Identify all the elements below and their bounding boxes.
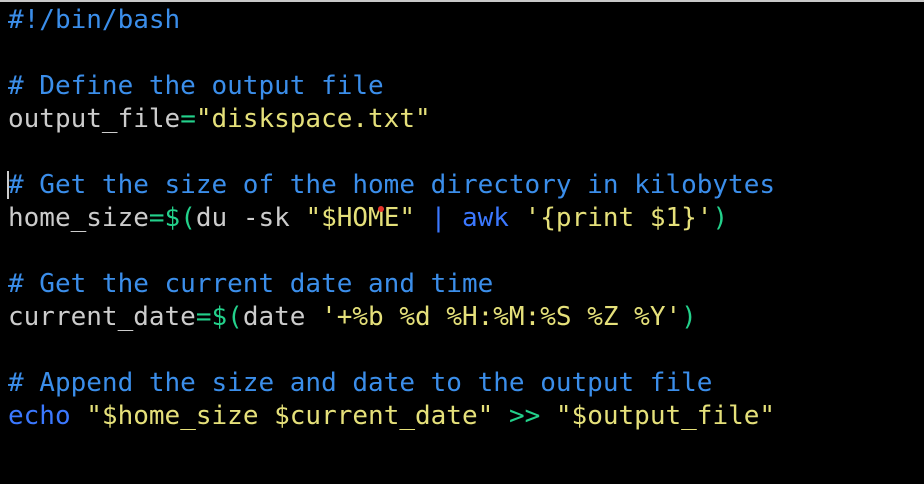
code-token: # Get the current date and time: [8, 269, 494, 299]
code-line[interactable]: output_file="diskspace.txt": [8, 103, 775, 136]
code-token: =$(: [195, 302, 243, 332]
code-line[interactable]: #!/bin/bash: [8, 4, 775, 37]
code-token: "$home_size $current_date": [86, 401, 494, 431]
code-token: =: [180, 104, 196, 134]
code-token: # Define the output file: [8, 71, 384, 101]
code-line[interactable]: # Get the size of the home directory in …: [8, 169, 775, 202]
code-token: >>: [508, 401, 541, 431]
code-line[interactable]: # Append the size and date to the output…: [8, 367, 775, 400]
code-token: echo: [8, 401, 71, 431]
code-token: '{print $1}': [524, 203, 713, 233]
blank-line[interactable]: [8, 334, 775, 367]
code-token: awk: [461, 203, 509, 233]
code-token: home_size: [8, 203, 149, 233]
terminal-editor-window[interactable]: #!/bin/bash # Define the output file outpu…: [0, 0, 924, 484]
code-line[interactable]: # Get the current date and time: [8, 268, 775, 301]
code-token: =$(: [148, 203, 196, 233]
code-token: ): [681, 302, 697, 332]
code-line[interactable]: echo "$home_size $current_date" >> "$out…: [8, 400, 775, 433]
code-token: # Append the size and date to the output…: [8, 368, 713, 398]
code-line[interactable]: current_date=$(date '+%b %d %H:%M:%S %Z …: [8, 301, 775, 334]
code-token: "diskspace.txt": [195, 104, 431, 134]
code-token: du -sk: [195, 203, 306, 233]
code-editor-text-area[interactable]: #!/bin/bash # Define the output file outpu…: [8, 4, 775, 433]
code-token: current_date: [8, 302, 196, 332]
code-line[interactable]: # Define the output file: [8, 70, 775, 103]
code-token: # Get the size of the home directory in …: [8, 170, 776, 200]
mouse-pointer-dot: [378, 206, 384, 212]
code-token: ): [712, 203, 729, 233]
blank-line[interactable]: [8, 37, 775, 70]
code-token: output_file: [8, 104, 181, 134]
code-token: "$HOME": [305, 203, 416, 233]
code-token: #!/bin/bash: [8, 5, 181, 35]
text-cursor: [7, 171, 9, 199]
code-token: "$output_file": [555, 401, 776, 431]
blank-line[interactable]: [8, 136, 775, 169]
code-token: date: [242, 302, 322, 332]
blank-line[interactable]: [8, 235, 775, 268]
code-line[interactable]: home_size=$(du -sk "$HOME" | awk '{print…: [8, 202, 775, 235]
code-token: '+%b %d %H:%M:%S %Z %Y': [321, 302, 682, 332]
code-token: |: [430, 203, 447, 233]
